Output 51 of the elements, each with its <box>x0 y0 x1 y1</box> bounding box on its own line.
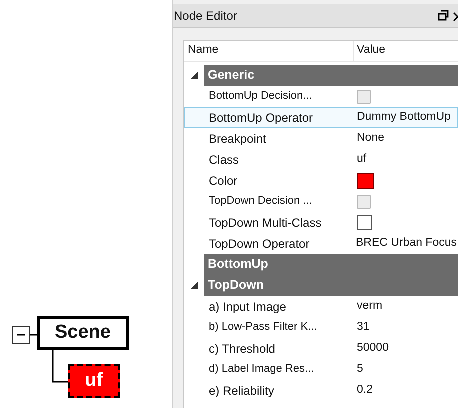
expand-triangle-icon[interactable] <box>190 282 198 289</box>
diagram-node[interactable]: uf <box>68 364 120 398</box>
property-name: Color <box>208 172 239 190</box>
column-header[interactable]: Value <box>354 42 386 60</box>
property-row[interactable]: BottomUp Decision... <box>184 86 458 107</box>
category-header[interactable]: BottomUp <box>204 254 458 275</box>
property-row[interactable]: d) Label Image Res... 5 <box>184 359 458 380</box>
property-value: 31 <box>357 320 370 335</box>
property-name: a) Input Image <box>208 298 288 316</box>
collapse-toggle[interactable] <box>12 326 30 344</box>
property-value: 5 <box>357 362 364 377</box>
panel-title: Node Editor <box>173 8 238 24</box>
property-name: TopDown Multi-Class <box>208 214 323 232</box>
property-name: TopDown Operator <box>208 236 311 252</box>
property-row[interactable]: b) Low-Pass Filter K... 31 <box>184 317 458 338</box>
property-row[interactable]: BottomUp Operator Dummy BottomUp <box>184 107 458 128</box>
property-row[interactable]: Breakpoint None <box>184 128 458 149</box>
property-name: TopDown Decision ... <box>208 194 314 210</box>
property-row[interactable]: e) Reliability 0.2 <box>184 380 458 401</box>
checkbox[interactable] <box>357 215 372 230</box>
property-row[interactable]: TopDown Multi-Class <box>184 212 458 233</box>
property-value: verm <box>357 298 383 314</box>
property-value: None <box>357 130 384 146</box>
property-row[interactable]: TopDown Operator BREC Urban Focus <box>184 233 458 254</box>
connector-line <box>52 350 69 383</box>
column-header[interactable]: Name <box>184 41 354 61</box>
diagram-node[interactable]: Scene <box>37 316 129 350</box>
property-name: Breakpoint <box>208 130 268 148</box>
property-row[interactable]: TopDown Decision ... <box>184 191 458 212</box>
property-row[interactable]: Color <box>184 170 458 191</box>
property-name: e) Reliability <box>208 382 276 400</box>
property-value: 50000 <box>357 340 389 356</box>
connector-line <box>30 334 38 336</box>
category-header[interactable]: TopDown <box>204 275 458 296</box>
property-row[interactable]: Class uf <box>184 149 458 170</box>
restore-icon[interactable] <box>438 10 449 21</box>
property-row[interactable]: a) Input Image verm <box>184 296 458 317</box>
property-name: Class <box>208 152 240 168</box>
expand-triangle-icon[interactable] <box>190 72 198 79</box>
category-header[interactable]: Generic <box>204 65 458 86</box>
property-value: Dummy BottomUp <box>357 110 451 125</box>
property-name: BottomUp Operator <box>208 110 314 126</box>
property-name: b) Low-Pass Filter K... <box>208 320 318 336</box>
property-name: BottomUp Decision... <box>208 89 314 104</box>
property-value: BREC Urban Focus <box>356 236 457 251</box>
property-row[interactable]: c) Threshold 50000 <box>184 338 458 359</box>
color-swatch[interactable] <box>357 172 374 188</box>
property-name: c) Threshold <box>208 340 276 358</box>
property-name: d) Label Image Res... <box>208 362 316 378</box>
property-value: uf <box>357 152 367 167</box>
property-value: 0.2 <box>357 382 373 398</box>
